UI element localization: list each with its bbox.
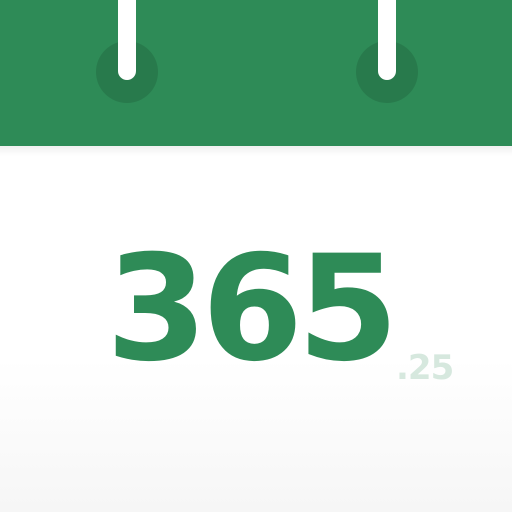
binder-ring-right-icon bbox=[378, 0, 396, 80]
day-count-fraction: .25 bbox=[396, 348, 454, 388]
calendar-header bbox=[0, 0, 512, 146]
calendar-icon: 365 .25 bbox=[0, 0, 512, 512]
binder-ring-left-icon bbox=[118, 0, 136, 80]
day-count-number: 365 bbox=[106, 224, 399, 394]
header-shadow bbox=[0, 146, 512, 156]
